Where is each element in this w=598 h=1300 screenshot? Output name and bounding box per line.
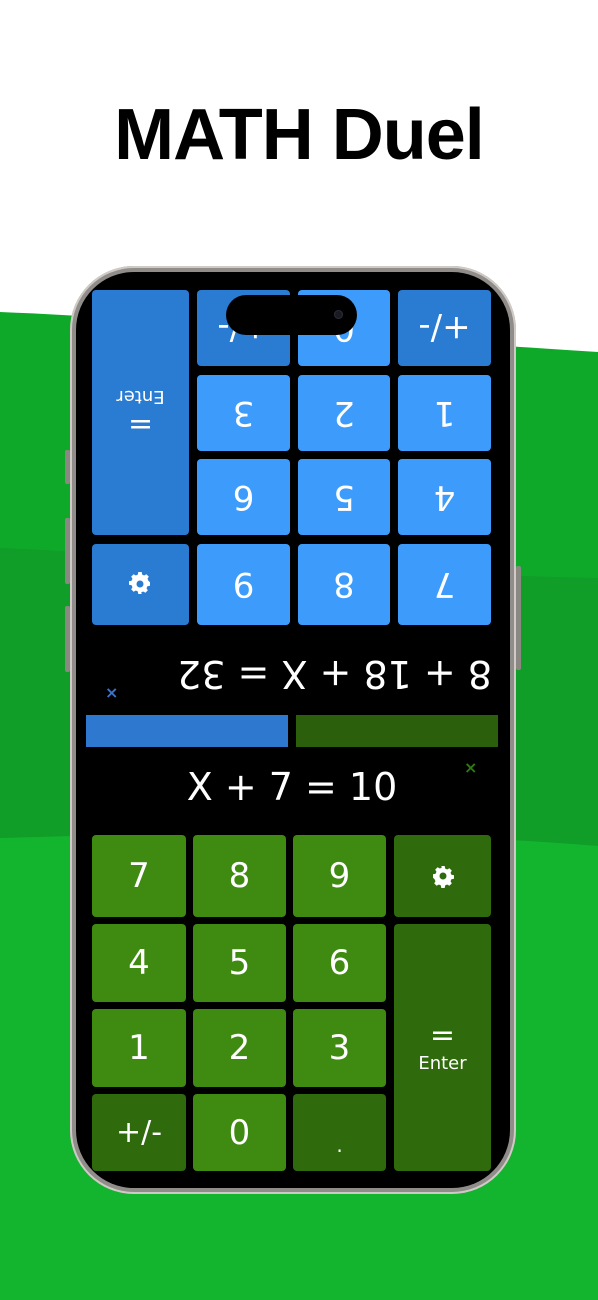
top-key-7-label: 7 (433, 564, 456, 605)
bottom-key-8[interactable]: 8 (193, 835, 286, 917)
top-equation: 8 + 18 + X = 32 (177, 652, 492, 696)
bottom-key-8-label: 8 (228, 856, 251, 896)
bottom-key-5-label: 5 (228, 943, 251, 983)
top-enter-button[interactable]: = Enter (92, 290, 189, 535)
bottom-key-2-label: 2 (228, 1028, 251, 1068)
top-key-8-label: 8 (333, 564, 355, 605)
top-key-4[interactable]: 4 (398, 459, 491, 535)
page-headline: MATH Duel (114, 95, 485, 175)
bottom-enter-symbol: = (429, 1017, 456, 1053)
bottom-key-3[interactable]: 3 (293, 1009, 386, 1087)
phone-power-button (516, 566, 521, 670)
bottom-equation: X + 7 = 10 (186, 765, 398, 809)
bottom-close-mark[interactable]: × (464, 758, 477, 777)
top-settings-button[interactable] (92, 544, 189, 625)
bottom-key-7[interactable]: 7 (92, 835, 186, 917)
top-key-9-label: 9 (232, 564, 255, 605)
bottom-key-4[interactable]: 4 (92, 924, 186, 1002)
bottom-key-2[interactable]: 2 (193, 1009, 286, 1087)
bottom-key-6[interactable]: 6 (293, 924, 386, 1002)
bottom-enter-label: Enter (418, 1052, 467, 1074)
top-key-4-label: 4 (433, 477, 456, 517)
bottom-key-1-label: 1 (128, 1028, 150, 1068)
top-key-sign-label: +/- (418, 308, 471, 348)
gear-icon (129, 572, 151, 595)
bottom-key-decimal-label: . (336, 1133, 343, 1157)
top-key-9[interactable]: 9 (197, 544, 290, 625)
bottom-key-sign[interactable]: +/- (92, 1094, 186, 1171)
bottom-key-3-label: 3 (328, 1028, 351, 1068)
bottom-key-6-label: 6 (328, 943, 351, 983)
top-key-2[interactable]: 2 (298, 375, 390, 451)
bottom-key-7-label: 7 (128, 856, 150, 896)
top-key-1-label: 1 (433, 393, 456, 433)
top-key-5[interactable]: 5 (298, 459, 390, 535)
top-key-6-label: 6 (232, 477, 255, 517)
top-enter-label: Enter (116, 386, 165, 408)
top-key-sign[interactable]: +/- (398, 290, 491, 366)
bottom-key-1[interactable]: 1 (92, 1009, 186, 1087)
top-key-6[interactable]: 6 (197, 459, 290, 535)
top-key-1[interactable]: 1 (398, 375, 491, 451)
bottom-key-5[interactable]: 5 (193, 924, 286, 1002)
bottom-key-4-label: 4 (128, 943, 150, 983)
top-key-7[interactable]: 7 (398, 544, 491, 625)
gear-icon (432, 866, 454, 888)
bottom-player-progress (296, 715, 498, 747)
bottom-key-decimal[interactable]: . (293, 1094, 386, 1171)
bottom-key-sign-label: +/- (115, 1115, 163, 1150)
top-close-mark[interactable]: × (105, 683, 118, 702)
top-player-progress (86, 715, 288, 747)
bottom-settings-button[interactable] (394, 835, 491, 917)
bottom-key-0-label: 0 (228, 1112, 251, 1153)
top-key-2-label: 2 (333, 393, 355, 433)
camera-icon (334, 310, 343, 319)
bottom-key-9-label: 9 (328, 856, 351, 896)
bottom-key-0[interactable]: 0 (193, 1094, 286, 1171)
top-key-5-label: 5 (333, 477, 355, 517)
bottom-key-9[interactable]: 9 (293, 835, 386, 917)
phone-screen: = Enter +/- 0 +/- 3 2 1 6 5 4 9 8 7 8 + … (76, 272, 510, 1188)
bottom-enter-button[interactable]: = Enter (394, 924, 491, 1171)
top-key-3[interactable]: 3 (197, 375, 290, 451)
top-key-3-label: 3 (232, 393, 255, 433)
top-key-8[interactable]: 8 (298, 544, 390, 625)
dynamic-island (226, 295, 357, 335)
top-enter-symbol: = (127, 407, 154, 443)
